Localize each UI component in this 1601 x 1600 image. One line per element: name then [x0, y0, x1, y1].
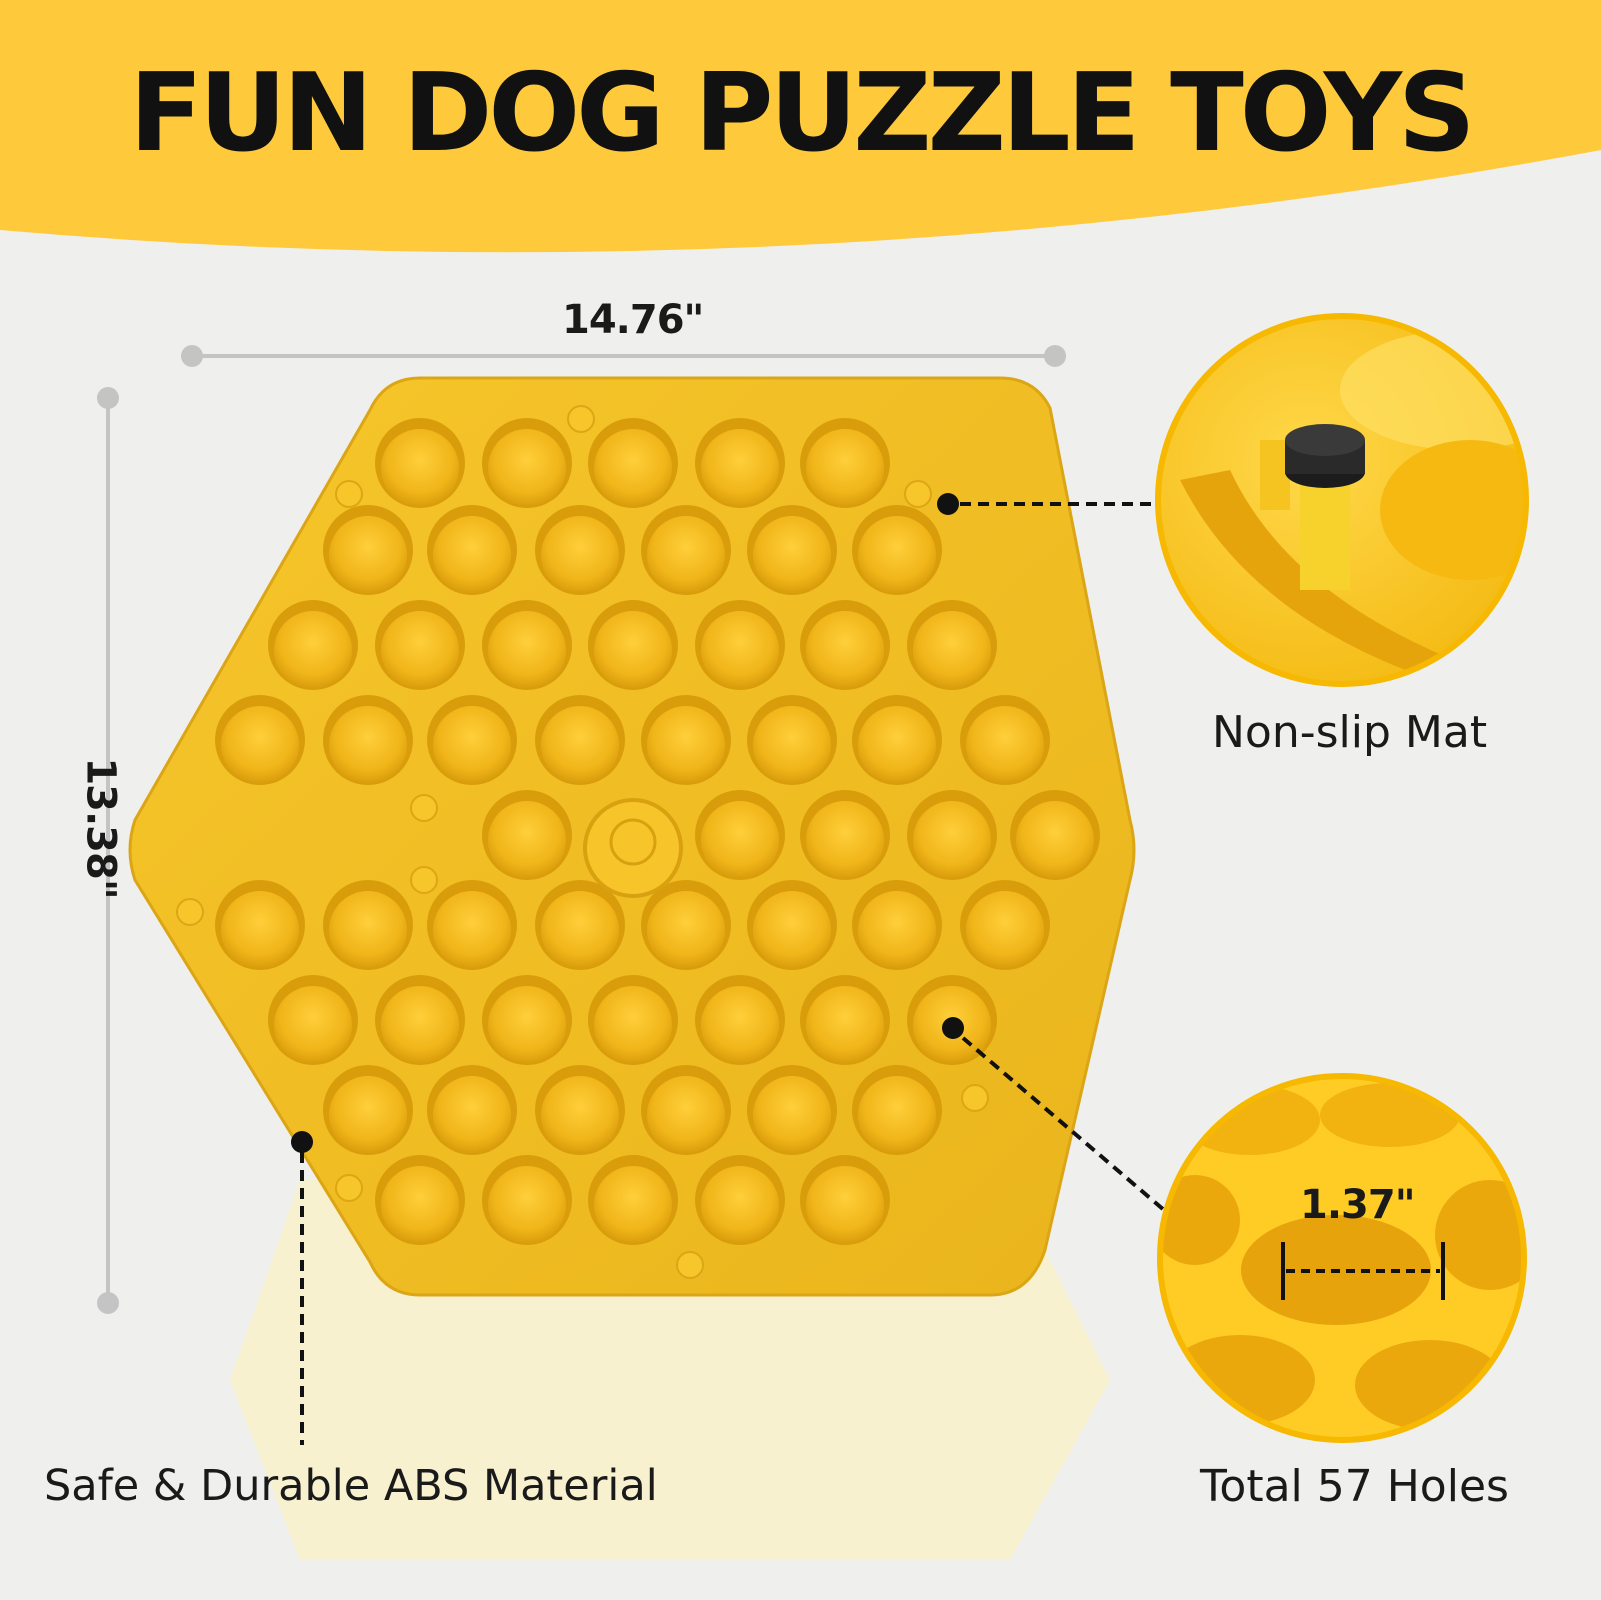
product-illustration	[0, 0, 1601, 1560]
hole-inner	[541, 891, 619, 969]
zoom-non-slip-mat	[1155, 313, 1529, 687]
hole-inner	[541, 706, 619, 784]
hole-inner	[913, 611, 991, 689]
hole-inner	[806, 801, 884, 879]
hole-inner	[753, 706, 831, 784]
hole-inner	[488, 1166, 566, 1244]
hole-inner	[594, 429, 672, 507]
center-peg	[583, 798, 683, 898]
hole-inner	[274, 986, 352, 1064]
hole-diameter-label: 1.37"	[1300, 1182, 1416, 1228]
hole-inner	[966, 891, 1044, 969]
hole-inner	[541, 1076, 619, 1154]
hole-inner	[647, 706, 725, 784]
hole-inner	[274, 611, 352, 689]
hole-inner	[488, 611, 566, 689]
hole-inner	[221, 706, 299, 784]
hole-inner	[753, 516, 831, 594]
hole-inner	[329, 516, 407, 594]
hole-inner	[433, 706, 511, 784]
hole-inner	[647, 1076, 725, 1154]
material-label: Safe & Durable ABS Material	[44, 1461, 658, 1511]
hole-inner	[433, 891, 511, 969]
hole-inner	[858, 516, 936, 594]
hole-inner	[541, 516, 619, 594]
hole-inner	[381, 986, 459, 1064]
hole-inner	[594, 986, 672, 1064]
hole-inner	[753, 1076, 831, 1154]
hole-inner	[701, 1166, 779, 1244]
hole-inner	[488, 429, 566, 507]
hole-inner	[221, 891, 299, 969]
hole-inner	[701, 429, 779, 507]
hole-inner	[806, 1166, 884, 1244]
hole-inner	[433, 1076, 511, 1154]
width-dimension-line	[181, 345, 1066, 367]
hole-inner	[1016, 801, 1094, 879]
hole-inner	[381, 1166, 459, 1244]
hole-inner	[647, 516, 725, 594]
banner-title: FUN DOG PUZZLE TOYS	[129, 51, 1475, 176]
hole-inner	[701, 611, 779, 689]
hole-inner	[858, 1076, 936, 1154]
non-slip-mat-label: Non-slip Mat	[1212, 707, 1488, 758]
hole-inner	[753, 891, 831, 969]
hole-inner	[329, 891, 407, 969]
hole-inner	[701, 986, 779, 1064]
hole-inner	[329, 1076, 407, 1154]
hole-inner	[806, 986, 884, 1064]
hole-inner	[858, 891, 936, 969]
height-label: 13.38"	[77, 757, 124, 899]
total-holes-label: Total 57 Holes	[1200, 1461, 1509, 1512]
hole-inner	[488, 986, 566, 1064]
hole-inner	[701, 801, 779, 879]
zoom-holes	[1157, 1073, 1527, 1443]
hole-inner	[858, 706, 936, 784]
hole-inner	[966, 706, 1044, 784]
hole-inner	[433, 516, 511, 594]
hole-inner	[594, 611, 672, 689]
hole-inner	[329, 706, 407, 784]
hole-inner	[806, 611, 884, 689]
hole-inner	[488, 801, 566, 879]
hole-inner	[381, 611, 459, 689]
hole-inner	[913, 801, 991, 879]
hole-inner	[594, 1166, 672, 1244]
hole-inner	[381, 429, 459, 507]
width-label: 14.76"	[562, 297, 704, 343]
hole-inner	[647, 891, 725, 969]
hole-inner	[806, 429, 884, 507]
